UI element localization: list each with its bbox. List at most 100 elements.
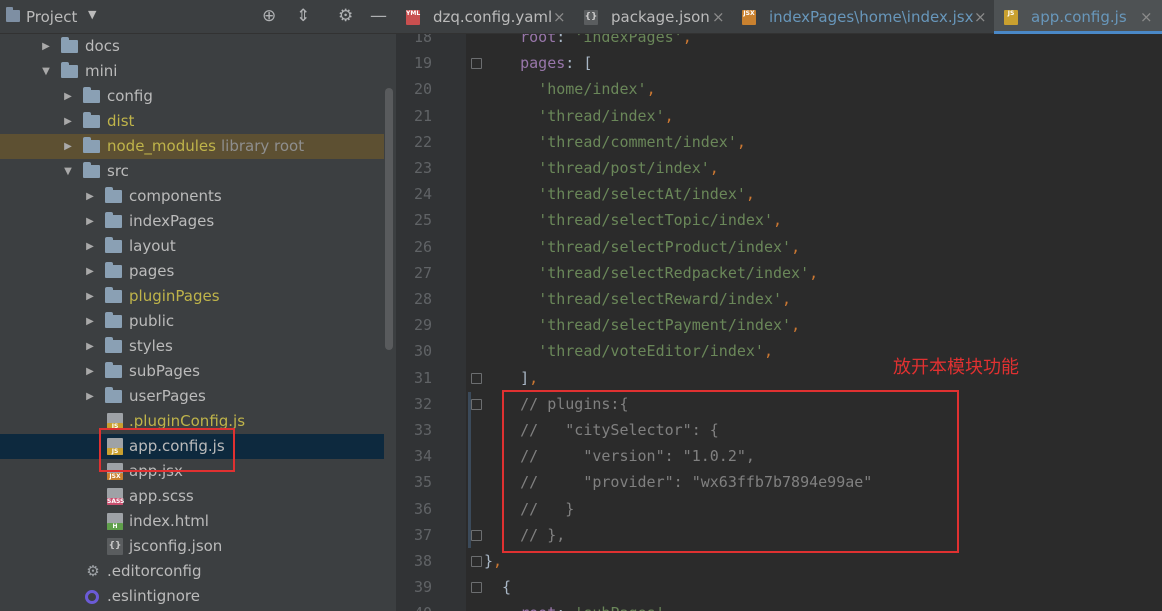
line-number: 39 [413,578,432,597]
tree-item-styles[interactable]: ▶ styles [0,334,384,359]
tab-package-json[interactable]: {} package.json × [574,0,732,34]
fold-marker-icon[interactable] [471,529,482,541]
close-icon[interactable]: × [553,0,566,34]
line-number: 30 [413,342,432,361]
code-line[interactable]: pages: [ [484,50,592,76]
folder-icon [105,237,122,253]
code-line[interactable]: 'thread/selectPayment/index', [484,312,800,338]
fold-marker-icon[interactable] [471,398,482,410]
tree-item-docs[interactable]: ▶ docs [0,34,384,59]
chevron-right-icon[interactable]: ▶ [62,134,74,159]
code-line[interactable]: 'thread/index', [484,103,673,129]
code-line[interactable]: root: 'indexPages', [484,34,692,50]
tree-item-userpages[interactable]: ▶ userPages [0,384,384,409]
folder-icon [83,137,100,153]
tree-item-jsconfig-json[interactable]: {} jsconfig.json [0,534,384,559]
tree-item-index-html[interactable]: Hindex.html [0,509,384,534]
folder-icon [105,187,122,203]
fold-marker-icon[interactable] [471,372,482,384]
project-panel-title[interactable]: Project [26,8,77,26]
code-line[interactable]: 'thread/selectAt/index', [484,181,755,207]
tree-item-pluginpages[interactable]: ▶ pluginPages [0,284,384,309]
tree-item-pages[interactable]: ▶ pages [0,259,384,284]
folder-icon [105,212,122,228]
line-number: 19 [413,54,432,73]
yaml-file-icon: YML [406,10,420,25]
close-icon[interactable]: × [712,0,725,34]
folder-icon [105,337,122,353]
chevron-right-icon[interactable]: ▶ [84,334,96,359]
tab-dzq-config-yaml[interactable]: YML dzq.config.yaml × [396,0,574,34]
code-line[interactable]: 'thread/voteEditor/index', [484,338,773,364]
code-line[interactable]: ], [484,365,538,391]
project-panel-header: Project ▼ ⊕ ⇕ ⚙ — [0,0,396,34]
tree-item-src[interactable]: ▼ src [0,159,384,184]
line-number: 37 [413,525,432,544]
tab-label: dzq.config.yaml [433,8,553,26]
collapse-icon[interactable]: ⇕ [296,6,310,26]
code-line[interactable]: { [484,574,511,600]
tree-item-dist[interactable]: ▶ dist [0,109,384,134]
code-line[interactable]: 'thread/comment/index', [484,129,746,155]
tree-item-app-scss[interactable]: SASS app.scss [0,484,384,509]
line-number: 32 [413,394,432,413]
tree-item-eslintignore[interactable]: .eslintignore [0,584,384,609]
tree-item-label: public [129,312,175,330]
tree-item-layout[interactable]: ▶ layout [0,234,384,259]
tree-item-public[interactable]: ▶ public [0,309,384,334]
tree-item-mini[interactable]: ▼ mini [0,59,384,84]
chevron-down-icon[interactable]: ▼ [40,59,52,84]
gear-icon[interactable]: ⚙ [338,6,353,26]
chevron-right-icon[interactable]: ▶ [84,209,96,234]
tree-item-node-modules[interactable]: ▶ node_modules library root [0,134,384,159]
tree-item-label: indexPages [129,212,215,230]
chevron-right-icon[interactable]: ▶ [62,84,74,109]
folder-icon [83,162,100,178]
tab-label: indexPages\home\index.jsx [769,8,974,26]
tree-item-components[interactable]: ▶ components [0,184,384,209]
fold-marker-icon[interactable] [471,582,482,594]
line-number: 34 [413,447,432,466]
chevron-down-icon[interactable]: ▼ [88,8,96,21]
minimize-icon[interactable]: — [370,6,387,26]
comment-highlight-box [502,390,959,553]
code-line[interactable]: 'thread/selectTopic/index', [484,207,782,233]
line-number: 26 [413,237,432,256]
target-icon[interactable]: ⊕ [262,6,276,26]
project-tree-scrollbar[interactable] [385,88,393,350]
code-line[interactable]: }, [484,548,502,574]
chevron-right-icon[interactable]: ▶ [84,359,96,384]
folder-icon [105,287,122,303]
chevron-right-icon[interactable]: ▶ [84,309,96,334]
tree-item-config[interactable]: ▶ config [0,84,384,109]
code-line[interactable]: 'home/index', [484,76,655,102]
chevron-right-icon[interactable]: ▶ [62,109,74,134]
tab-app-config-js[interactable]: JS app.config.js × [994,0,1162,34]
folder-icon [105,312,122,328]
tab-index-jsx[interactable]: JSX indexPages\home\index.jsx × [732,0,994,34]
code-line[interactable]: 'thread/selectReward/index', [484,286,791,312]
line-number: 25 [413,211,432,230]
close-icon[interactable]: × [1140,0,1153,34]
tree-item-indexpages[interactable]: ▶ indexPages [0,209,384,234]
fold-marker-icon[interactable] [471,58,482,70]
code-line[interactable]: 'thread/selectProduct/index', [484,234,800,260]
chevron-right-icon[interactable]: ▶ [84,234,96,259]
code-line[interactable]: root: 'subPages', [484,600,674,611]
folder-icon [105,387,122,403]
tree-item-editorconfig[interactable]: ⚙ .editorconfig [0,559,384,584]
code-line[interactable]: 'thread/post/index', [484,155,719,181]
chevron-right-icon[interactable]: ▶ [84,259,96,284]
tree-item-label: app.scss [129,487,194,505]
tree-item-label: pages [129,262,175,280]
chevron-right-icon[interactable]: ▶ [84,284,96,309]
tab-label: package.json [611,8,710,26]
chevron-down-icon[interactable]: ▼ [62,159,74,184]
tree-item-subpages[interactable]: ▶ subPages [0,359,384,384]
chevron-right-icon[interactable]: ▶ [40,34,52,59]
chevron-right-icon[interactable]: ▶ [84,184,96,209]
fold-marker-icon[interactable] [471,556,482,567]
code-line[interactable]: 'thread/selectRedpacket/index', [484,260,818,286]
chevron-right-icon[interactable]: ▶ [84,384,96,409]
close-icon[interactable]: × [974,0,987,34]
